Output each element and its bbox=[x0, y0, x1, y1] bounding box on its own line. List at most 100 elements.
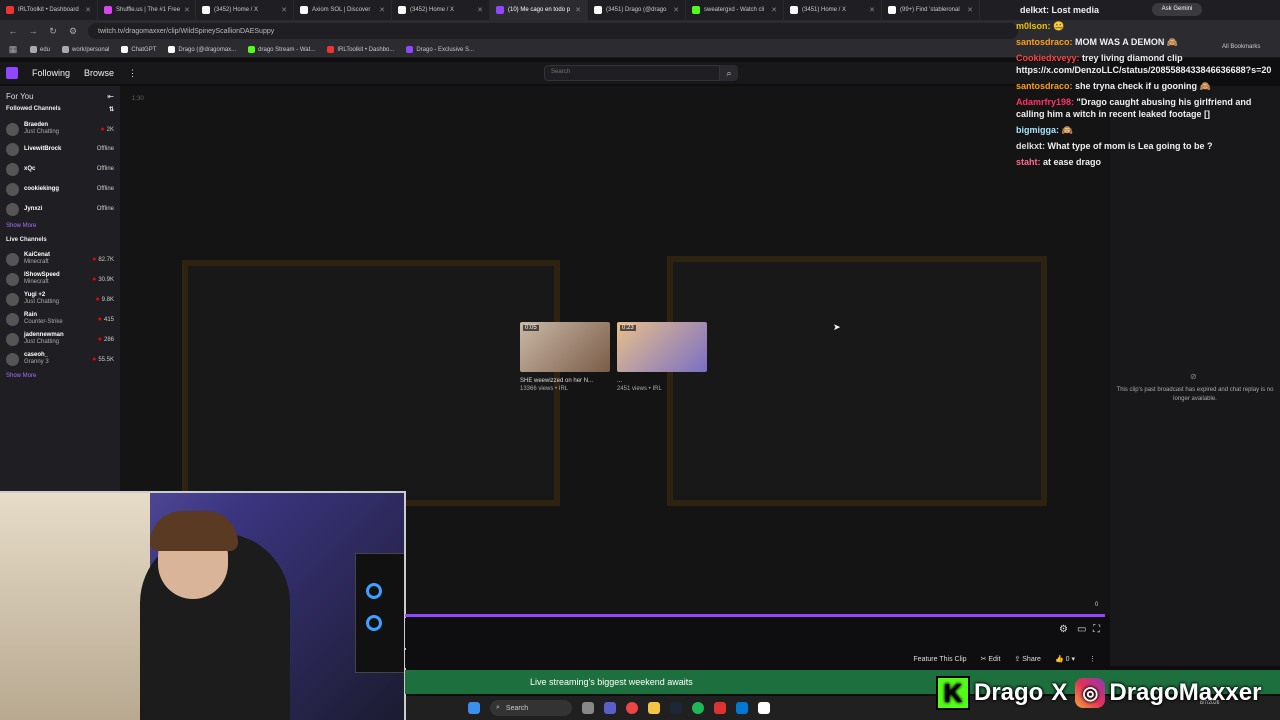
bookmark-item[interactable]: Drago - Exclusive S... bbox=[406, 46, 474, 53]
show-more-followed[interactable]: Show More bbox=[6, 223, 114, 229]
bookmark-icon bbox=[168, 46, 176, 53]
browser-tab[interactable]: Shuffle.us | The #1 Free ✕ bbox=[98, 0, 196, 20]
close-icon[interactable]: ✕ bbox=[184, 6, 190, 14]
app-icon[interactable] bbox=[714, 702, 726, 714]
browser-tab[interactable]: (99+) Find 'stableronal ✕ bbox=[882, 0, 980, 20]
clip-progress-bar[interactable] bbox=[405, 614, 1105, 617]
browser-tab[interactable]: (3451) Drago (@drago ✕ bbox=[588, 0, 686, 20]
store-icon[interactable] bbox=[736, 702, 748, 714]
show-more-live[interactable]: Show More bbox=[6, 373, 114, 379]
spotify-icon[interactable] bbox=[692, 702, 704, 714]
windows-start-icon[interactable] bbox=[468, 702, 480, 714]
chat-username[interactable]: staht: bbox=[1016, 157, 1041, 167]
bookmark-item[interactable]: IRLToolkit • Dashbo... bbox=[327, 46, 394, 53]
more-icon[interactable]: ⋮ bbox=[128, 68, 137, 79]
channel-item[interactable]: Braeden Just Chatting ● 2K bbox=[6, 119, 114, 139]
browser-tab[interactable]: sweatergxd - Watch cli ✕ bbox=[686, 0, 784, 20]
chat-username[interactable]: bigmigga: bbox=[1016, 125, 1059, 135]
channel-item[interactable]: LivewitBrock Offline bbox=[6, 139, 114, 159]
forward-icon[interactable]: → bbox=[28, 26, 38, 36]
tab-label: sweatergxd - Watch cli bbox=[704, 7, 765, 13]
task-view-icon[interactable] bbox=[582, 702, 594, 714]
channel-item[interactable]: jadennewman Just Chatting ● 286 bbox=[6, 329, 114, 349]
clip-card[interactable]: 0:23 ... 2451 views • IRL bbox=[617, 322, 709, 392]
file-explorer-icon[interactable] bbox=[648, 702, 660, 714]
feature-clip-button[interactable]: Feature This Clip bbox=[913, 656, 966, 663]
channel-item[interactable]: xQc Offline bbox=[6, 159, 114, 179]
nav-browse[interactable]: Browse bbox=[84, 68, 114, 78]
close-icon[interactable]: ✕ bbox=[967, 6, 973, 14]
edit-button[interactable]: ✂ Edit bbox=[981, 655, 1001, 663]
bookmark-item[interactable]: edu bbox=[30, 46, 50, 53]
all-bookmarks[interactable]: All Bookmarks bbox=[1222, 44, 1260, 50]
viewer-count: 55.5K bbox=[98, 356, 114, 363]
sort-icon[interactable]: ⇅ bbox=[109, 106, 114, 113]
chrome-icon[interactable] bbox=[626, 702, 638, 714]
taskbar-search[interactable]: ⌕ Search bbox=[490, 700, 572, 716]
browser-tab[interactable]: (10) Me cago en todo p ✕ bbox=[490, 0, 588, 20]
chat-username[interactable]: Adamrfry198: bbox=[1016, 97, 1074, 107]
share-button[interactable]: ⇪ Share bbox=[1014, 655, 1041, 663]
chat-username[interactable]: santosdraco: bbox=[1016, 81, 1073, 91]
back-icon[interactable]: ← bbox=[8, 26, 18, 36]
search-icon[interactable]: ⌕ bbox=[720, 65, 738, 81]
close-icon[interactable]: ✕ bbox=[673, 6, 679, 14]
discord-icon[interactable] bbox=[604, 702, 616, 714]
bookmark-item[interactable]: ChatGPT bbox=[121, 46, 156, 53]
bookmark-label: IRLToolkit • Dashbo... bbox=[337, 46, 395, 53]
close-icon[interactable]: ✕ bbox=[477, 6, 483, 14]
close-icon[interactable]: ✕ bbox=[771, 6, 777, 14]
notion-icon[interactable] bbox=[758, 702, 770, 714]
chat-text: MOM WAS A DEMON 🙈 bbox=[1075, 37, 1179, 47]
close-icon[interactable]: ✕ bbox=[281, 6, 287, 14]
channel-item[interactable]: Rain Counter-Strike ● 415 bbox=[6, 309, 114, 329]
channel-category: Minecraft bbox=[24, 279, 49, 285]
nav-following[interactable]: Following bbox=[32, 68, 70, 78]
chat-message: santosdraco: she tryna check if u goonin… bbox=[1016, 80, 1274, 92]
channel-item[interactable]: IShowSpeed Minecraft ● 30.9K bbox=[6, 269, 114, 289]
chat-username[interactable]: delkxt: bbox=[1016, 141, 1045, 151]
ask-gemini-button[interactable]: Ask Gemini bbox=[1152, 3, 1202, 16]
browser-tab[interactable]: (3451) Home / X ✕ bbox=[784, 0, 882, 20]
twitch-logo-icon[interactable] bbox=[6, 67, 18, 79]
apps-icon[interactable]: ▦ bbox=[8, 44, 18, 55]
settings-icon[interactable]: ⚙ bbox=[1059, 624, 1068, 635]
kick-handle: Drago bbox=[974, 679, 1044, 706]
close-icon[interactable]: ✕ bbox=[379, 6, 385, 14]
steam-icon[interactable] bbox=[670, 702, 682, 714]
site-info-icon[interactable]: ⚙ bbox=[68, 26, 78, 37]
browser-tab[interactable]: Axiom SOL | Discover ✕ bbox=[294, 0, 392, 20]
webcam-pc-case bbox=[355, 553, 404, 673]
browser-tab[interactable]: IRLToolkit • Dashboard ✕ bbox=[0, 0, 98, 20]
reload-icon[interactable]: ↻ bbox=[48, 26, 58, 37]
viewer-count: Offline bbox=[96, 206, 114, 212]
channel-item[interactable]: KaiCenat Minecraft ● 82.7K bbox=[6, 249, 114, 269]
chat-username[interactable]: m0lson: bbox=[1016, 21, 1051, 31]
search-input[interactable]: Search bbox=[544, 65, 720, 81]
more-actions-icon[interactable]: ⋮ bbox=[1089, 655, 1096, 663]
browser-tab[interactable]: (3452) Home / X ✕ bbox=[392, 0, 490, 20]
like-button[interactable]: 👍 0 ▾ bbox=[1055, 655, 1075, 663]
clip-meta: 13366 views • IRL bbox=[520, 386, 569, 392]
channel-item[interactable]: caseoh_ Granny 3 ● 55.5K bbox=[6, 349, 114, 369]
close-icon[interactable]: ✕ bbox=[575, 6, 581, 14]
channel-category: Granny 3 bbox=[24, 359, 49, 365]
browser-tab[interactable]: (3452) Home / X ✕ bbox=[196, 0, 294, 20]
clip-card[interactable]: 0:05 SHE weewizzed on her N... 13366 vie… bbox=[520, 322, 612, 392]
bookmark-item[interactable]: work/personal bbox=[62, 46, 109, 53]
channel-item[interactable]: cookiekingg Offline bbox=[6, 179, 114, 199]
close-icon[interactable]: ✕ bbox=[869, 6, 875, 14]
channel-item[interactable]: Jynxzi Offline bbox=[6, 199, 114, 219]
collapse-icon[interactable]: ⇤ bbox=[107, 92, 114, 101]
chat-username[interactable]: Cookiedxveyy: bbox=[1016, 53, 1080, 63]
avatar bbox=[6, 252, 19, 266]
bookmark-item[interactable]: Drago (@dragomax... bbox=[168, 46, 236, 53]
fullscreen-icon[interactable]: ⛶ bbox=[1093, 624, 1100, 635]
theatre-mode-icon[interactable]: ▭ bbox=[1077, 624, 1086, 635]
channel-item[interactable]: Yugi +2 Just Chatting ● 9.8K bbox=[6, 289, 114, 309]
chat-username[interactable]: santosdraco: bbox=[1016, 37, 1073, 47]
channel-category: Counter-Strike bbox=[24, 319, 63, 325]
url-input[interactable]: twitch.tv/dragomaxxer/clip/WildSpineySca… bbox=[88, 23, 1018, 39]
close-icon[interactable]: ✕ bbox=[85, 6, 91, 14]
bookmark-item[interactable]: drago Stream - Wat... bbox=[248, 46, 315, 53]
